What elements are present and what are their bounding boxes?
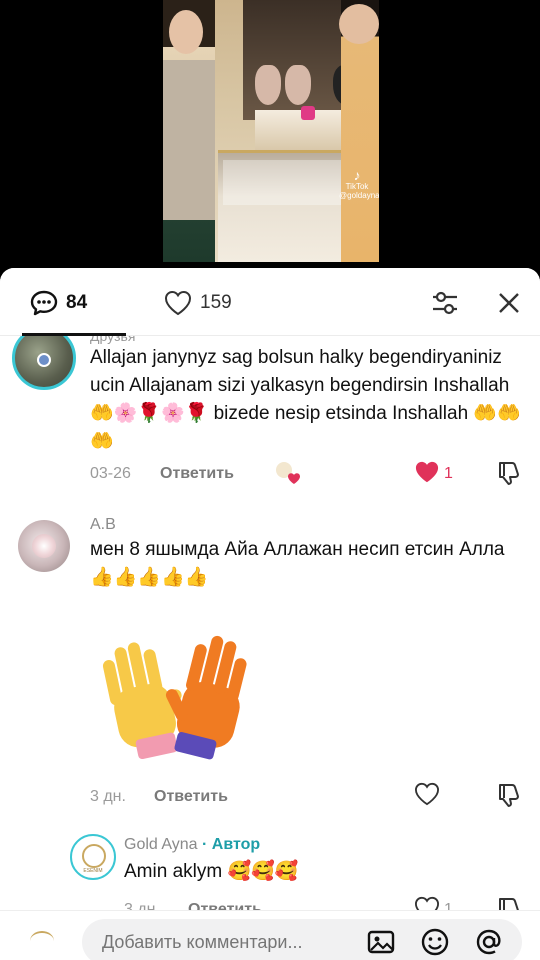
- person-left-face: [169, 10, 203, 54]
- avatar[interactable]: [12, 336, 76, 390]
- tab-comments[interactable]: 84: [30, 288, 87, 318]
- comment-input-bar: [0, 910, 540, 960]
- comment-date: 3 дн.: [124, 901, 160, 910]
- dislike-icon[interactable]: [496, 782, 522, 808]
- image-icon[interactable]: [366, 927, 396, 957]
- heart-icon: [164, 290, 192, 316]
- reply-button[interactable]: Ответить: [188, 901, 262, 910]
- comment-input[interactable]: [82, 919, 522, 960]
- avatar[interactable]: [18, 520, 70, 572]
- emoji-icon[interactable]: [420, 927, 450, 957]
- like-icon[interactable]: [414, 460, 440, 484]
- comment-username[interactable]: A.B: [90, 516, 116, 534]
- comment-text: мен 8 яшымда Айа Аллажан несип етсин Алл…: [90, 539, 505, 588]
- gift-box: [301, 106, 315, 120]
- comments-count: 84: [66, 292, 88, 313]
- comment-text: Amin aklym 🥰🥰🥰: [124, 861, 299, 882]
- comment-icon: [30, 290, 58, 316]
- like-icon[interactable]: [414, 896, 440, 910]
- avatar[interactable]: ESENIM: [70, 834, 116, 880]
- reply-button[interactable]: Ответить: [160, 465, 234, 483]
- flower-image: [32, 534, 56, 558]
- likes-count: 159: [200, 292, 232, 313]
- brand-crest-icon: [82, 844, 106, 868]
- person-left-jacket: [163, 60, 215, 220]
- comments-sheet: 84 159 Друзья Allajan janynyz sag bolsun…: [0, 268, 540, 960]
- liked-by-creator-icon: [276, 462, 300, 484]
- active-tab-indicator: [22, 333, 126, 336]
- watermark-brand: TikTok: [345, 182, 369, 191]
- raised-hands-sticker: [102, 635, 247, 760]
- tab-likes[interactable]: 159: [164, 288, 232, 318]
- author-badge: · Автор: [202, 836, 261, 853]
- close-icon[interactable]: [496, 288, 522, 318]
- username-text: Gold Ayna: [124, 836, 198, 853]
- filter-icon[interactable]: [430, 288, 460, 318]
- like-icon[interactable]: [414, 782, 440, 806]
- video-frame: ♪ TikTok @goldayna: [163, 0, 379, 262]
- tiktok-logo-icon: ♪: [353, 167, 361, 183]
- dislike-icon[interactable]: [496, 460, 522, 486]
- like-count: 1: [444, 465, 453, 482]
- mention-icon[interactable]: [474, 927, 504, 957]
- dislike-icon[interactable]: [496, 896, 522, 910]
- like-count: 1: [444, 901, 453, 910]
- comment-username[interactable]: Gold Ayna · Автор: [124, 836, 260, 854]
- watermark-handle: @goldayna: [339, 191, 379, 200]
- necklace-display: [285, 65, 311, 105]
- my-avatar[interactable]: [20, 919, 64, 960]
- comment-date: 03-26: [90, 465, 131, 482]
- comment-username[interactable]: Друзья: [90, 336, 135, 344]
- necklace-display: [255, 65, 281, 105]
- comments-list[interactable]: Друзья Allajan janynyz sag bolsun halky …: [0, 336, 540, 910]
- comment-date: 3 дн.: [90, 788, 126, 805]
- reply-button[interactable]: Ответить: [154, 788, 228, 806]
- brand-crest-icon: [30, 931, 54, 951]
- avatar-brand-text: ESENIM: [83, 868, 103, 874]
- person-right-face: [339, 4, 379, 44]
- avatar-badge: [37, 353, 51, 367]
- comments-header: 84 159: [0, 268, 540, 336]
- video-player[interactable]: ♪ TikTok @goldayna: [0, 0, 540, 275]
- comment-text: Allajan janynyz sag bolsun halky begendi…: [90, 347, 521, 452]
- tiktok-watermark: ♪ TikTok @goldayna: [339, 167, 379, 200]
